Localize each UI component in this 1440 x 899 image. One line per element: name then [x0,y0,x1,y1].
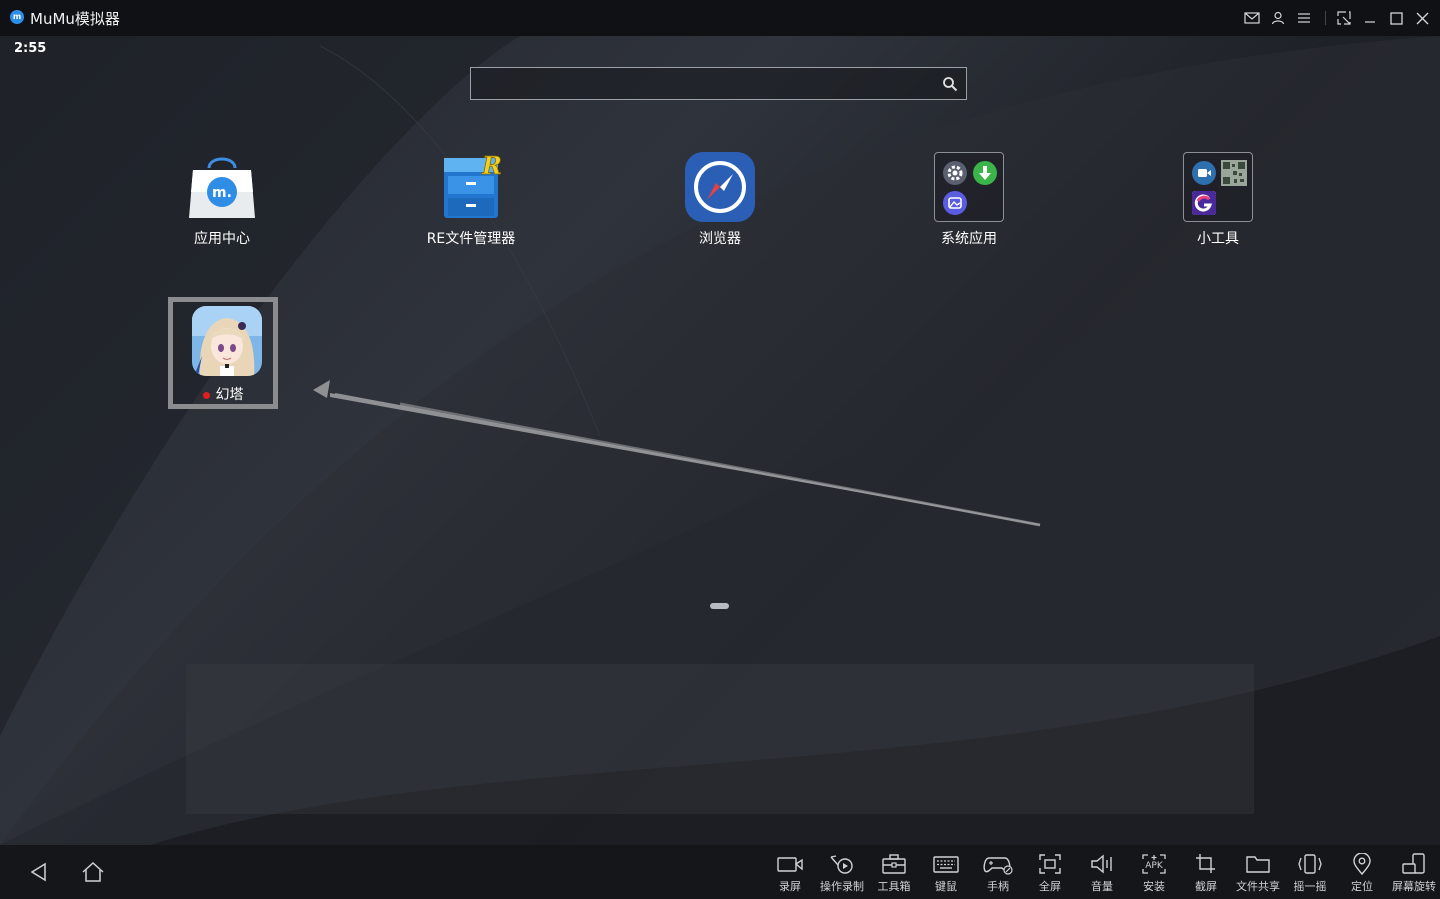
android-screen: 2:55 m. 应用中心 R RE文件管理器 浏览器 系统应用 小工具 幻塔 [0,36,1440,845]
tool-file-share[interactable]: 文件共享 [1232,853,1284,894]
menu-icon[interactable] [1294,8,1314,28]
tool-label: 操作录制 [820,880,864,893]
back-button[interactable] [26,859,52,885]
toolbox-icon [882,854,906,874]
home-button[interactable] [80,859,106,885]
maximize-icon[interactable] [1386,8,1406,28]
volume-icon [1091,854,1112,874]
dock-area [186,664,1254,814]
pin-icon[interactable] [1334,8,1354,28]
tool-screenshot[interactable]: 截屏 [1180,853,1232,894]
tool-label: 键鼠 [935,880,957,893]
tool-rotate-screen[interactable]: 屏幕旋转 [1388,853,1440,894]
screenshot-crop-icon [1196,854,1215,873]
tool-label: 安装 [1143,880,1165,893]
tool-label: 音量 [1091,880,1113,893]
tool-label: 屏幕旋转 [1392,880,1436,893]
home-icon [82,861,104,882]
tool-label: 工具箱 [877,880,911,893]
tool-label: 摇一摇 [1293,880,1327,893]
shake-icon [1298,854,1322,874]
tool-fullscreen[interactable]: 全屏 [1024,853,1076,894]
title-bar: m MuMu模拟器 [0,0,1440,36]
tool-label: 截屏 [1195,880,1217,893]
page-indicator [710,603,729,609]
macro-record-icon [830,855,853,874]
minimize-icon[interactable] [1360,8,1380,28]
tool-macro-record[interactable]: 操作录制 [816,853,868,894]
svg-text:APK: APK [1145,861,1164,871]
user-icon[interactable] [1268,8,1288,28]
record-screen-icon [777,857,803,872]
bottom-toolbar: 录屏 操作录制 工具箱 键鼠 手柄 全屏 音量 APK 安装 截屏 文件共享 摇… [0,845,1440,899]
tool-record-screen[interactable]: 录屏 [764,853,816,894]
tool-label: 全屏 [1039,880,1061,893]
tool-location[interactable]: 定位 [1336,853,1388,894]
tool-gamepad[interactable]: 手柄 [972,853,1024,894]
keyboard-icon [933,856,959,873]
location-icon [1353,853,1371,875]
mumu-logo-icon: m [10,10,24,24]
tool-install-apk[interactable]: APK 安装 [1128,853,1180,894]
gamepad-icon [983,857,1013,875]
rotate-screen-icon [1402,853,1425,874]
tool-keyboard[interactable]: 键鼠 [920,853,972,894]
apk-install-icon: APK [1142,854,1166,874]
tool-shake[interactable]: 摇一摇 [1284,853,1336,894]
tool-volume[interactable]: 音量 [1076,853,1128,894]
window-title: MuMu模拟器 [30,10,120,28]
close-icon[interactable] [1412,8,1432,28]
file-share-icon [1246,856,1270,873]
fullscreen-icon [1039,854,1061,874]
mail-icon[interactable] [1242,8,1262,28]
back-icon [30,862,46,882]
tool-label: 录屏 [779,880,801,893]
title-separator [1325,11,1326,25]
tool-label: 文件共享 [1236,880,1280,893]
tool-label: 手柄 [987,880,1009,893]
tool-label: 定位 [1351,880,1373,893]
tool-toolbox[interactable]: 工具箱 [868,853,920,894]
